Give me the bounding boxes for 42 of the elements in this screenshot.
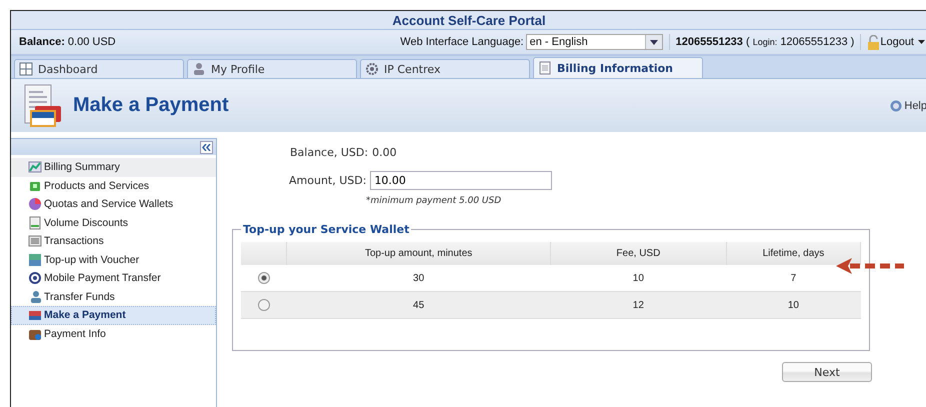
user-number: 12065551233 (676, 36, 743, 48)
amount-label: Amount, USD: (289, 174, 366, 187)
login-label: Login: (752, 37, 778, 47)
column-header: Fee, USD (550, 242, 726, 265)
sidebar-item[interactable]: Payment Info (11, 324, 216, 343)
balance-value: 0.00 USD (68, 36, 116, 48)
login-open: ( (746, 36, 750, 48)
window-title: Account Self-Care Portal (392, 12, 546, 28)
sidebar-item[interactable]: Volume Discounts (11, 214, 216, 232)
language-select[interactable]: en - English (526, 34, 663, 50)
sidebar-item[interactable]: Billing Summary (11, 158, 216, 176)
amount-field[interactable]: 10.00 (370, 171, 552, 190)
login-value: 12065551233 (780, 36, 848, 48)
sidebar-item[interactable]: Transfer Funds (11, 288, 216, 306)
table-cell: 45 (286, 292, 550, 318)
column-header: Lifetime, days (726, 242, 860, 265)
sidebar-item[interactable]: Mobile Payment Transfer (11, 269, 216, 288)
column-header: Top-up amount, minutes (286, 242, 550, 265)
sidebar-item[interactable]: Quotas and Service Wallets (11, 195, 216, 214)
login-close: ) (850, 36, 854, 48)
tab[interactable]: My Profile (187, 59, 357, 78)
table-cell: 30 (286, 265, 550, 292)
section-legend: Top-up your Service Wallet (241, 223, 412, 236)
table-cell: 7 (726, 265, 860, 292)
balance-value: 0.00 (372, 146, 397, 159)
tab[interactable]: IP Centrex (360, 59, 530, 78)
table-cell: 10 (726, 292, 860, 318)
sidebar-item[interactable]: Products and Services (11, 176, 216, 195)
next-button[interactable]: Next (782, 362, 872, 382)
page-title: Make a Payment (73, 94, 229, 117)
tab[interactable]: Billing Information (533, 57, 703, 78)
table-cell: 12 (550, 292, 726, 318)
language-label: Web Interface Language: (400, 36, 524, 48)
table-cell: 10 (550, 265, 726, 292)
sidebar-item[interactable]: Top-up with Voucher (11, 250, 216, 269)
sidebar-item[interactable]: Transactions (11, 232, 216, 250)
balance-label: Balance: (19, 36, 65, 48)
logout-link[interactable]: Logout (880, 36, 914, 48)
minimum-payment-note: *minimum payment 5.00 USD (366, 196, 502, 206)
sidebar-item[interactable]: Make a Payment (11, 306, 216, 324)
tab[interactable]: Dashboard (14, 59, 184, 78)
balance-label: Balance, USD: (290, 146, 368, 159)
